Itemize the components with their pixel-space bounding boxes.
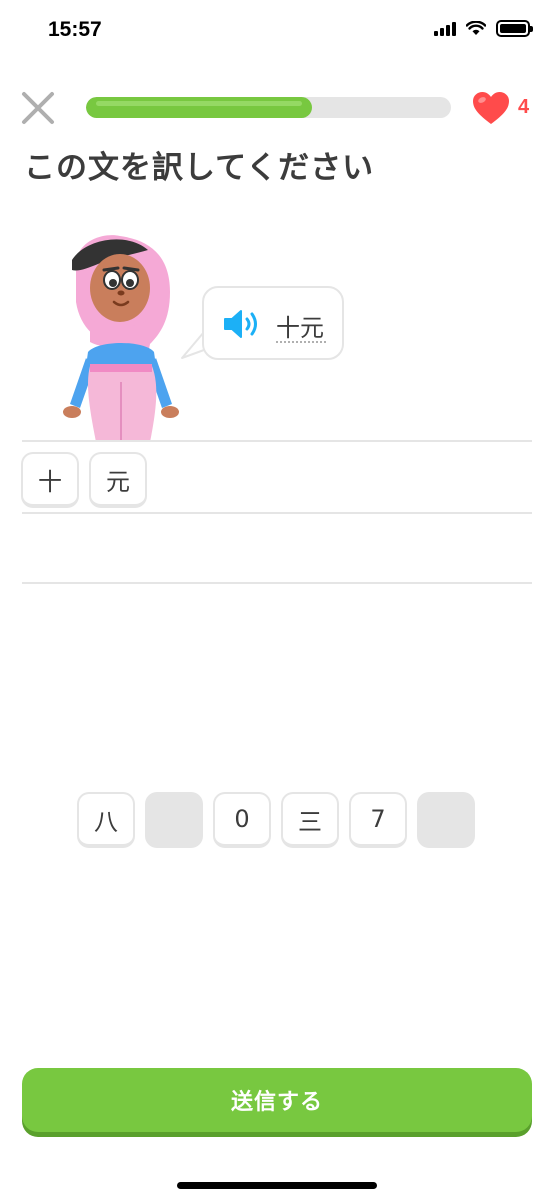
word-bank-tile[interactable]: 八 bbox=[77, 792, 135, 848]
home-indicator[interactable] bbox=[177, 1182, 377, 1189]
answer-divider bbox=[22, 440, 532, 442]
word-bank-tile[interactable]: 7 bbox=[349, 792, 407, 848]
speaker-icon[interactable] bbox=[222, 308, 262, 340]
word-bank-tile[interactable]: 三 bbox=[281, 792, 339, 848]
hint-underline bbox=[276, 341, 326, 343]
word-bank-slot-used bbox=[145, 792, 203, 848]
answer-tile[interactable]: 十 bbox=[21, 452, 79, 508]
lesson-progress-bar bbox=[86, 97, 451, 118]
character-illustration bbox=[63, 235, 179, 442]
status-icons bbox=[434, 20, 533, 37]
bubble-text[interactable]: 十元 bbox=[276, 308, 324, 343]
page-title: この文を訳してください bbox=[24, 150, 375, 186]
battery-icon bbox=[496, 20, 533, 37]
answer-divider bbox=[22, 582, 532, 584]
heart-icon bbox=[473, 92, 509, 124]
speech-bubble: 十元 bbox=[202, 286, 344, 360]
close-icon[interactable] bbox=[20, 90, 56, 126]
answer-tile[interactable]: 元 bbox=[89, 452, 147, 508]
word-bank-slot-used bbox=[417, 792, 475, 848]
signal-icon bbox=[434, 21, 456, 36]
wifi-icon bbox=[466, 21, 486, 35]
hearts-count: 4 bbox=[518, 96, 530, 118]
submit-button[interactable]: 送信する bbox=[22, 1068, 532, 1132]
word-bank-tile[interactable]: 0 bbox=[213, 792, 271, 848]
progress-fill bbox=[86, 97, 313, 118]
status-time: 15:57 bbox=[48, 18, 102, 41]
answer-divider bbox=[22, 512, 532, 514]
